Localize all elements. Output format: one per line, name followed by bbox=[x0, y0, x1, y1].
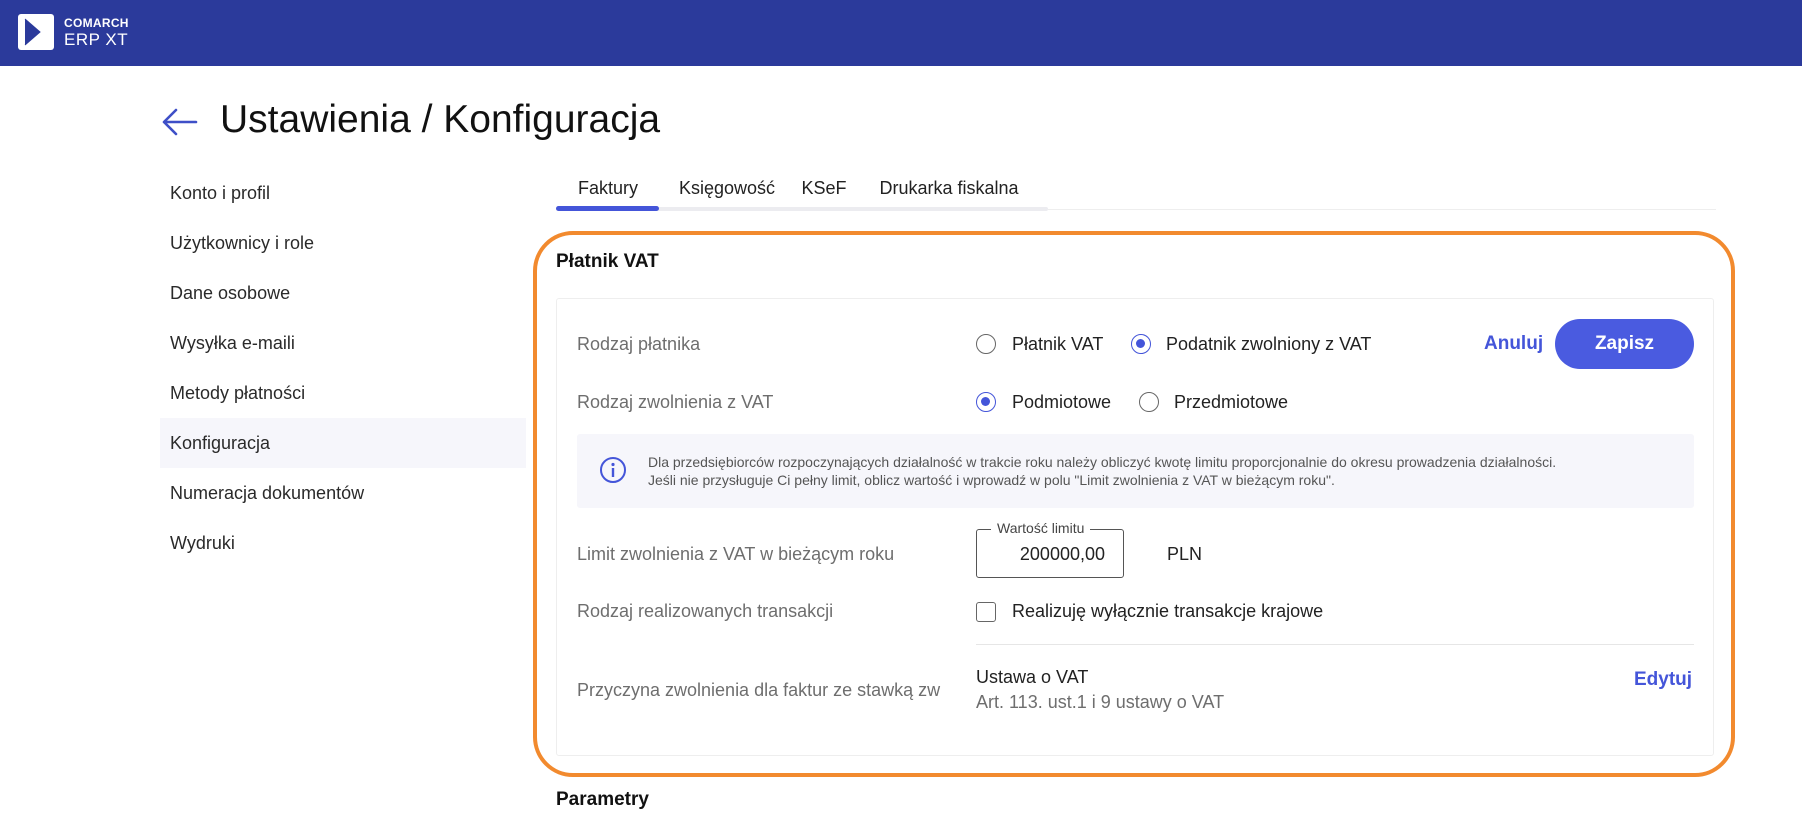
limit-field-value[interactable]: 200000,00 bbox=[1020, 544, 1105, 565]
radio-przedmiotowe[interactable] bbox=[1139, 392, 1159, 412]
sidebar-item-uzytkownicy[interactable]: Użytkownicy i role bbox=[160, 218, 526, 268]
back-button[interactable] bbox=[160, 104, 200, 140]
tabs: Faktury Księgowość KSeF Drukarka fiskaln… bbox=[556, 172, 1044, 210]
radio-platnik-vat[interactable] bbox=[976, 334, 996, 354]
sidebar-item-wysylka-emaili[interactable]: Wysyłka e-maili bbox=[160, 318, 526, 368]
sidebar-item-numeracja[interactable]: Numeracja dokumentów bbox=[160, 468, 526, 518]
limit-field-legend: Wartość limitu bbox=[991, 520, 1091, 536]
radio-podatnik-zwolniony[interactable] bbox=[1131, 334, 1151, 354]
sidebar-item-wydruki[interactable]: Wydruki bbox=[160, 518, 526, 568]
exemption-reason-subtitle: Art. 113. ust.1 i 9 ustawy o VAT bbox=[976, 692, 1225, 712]
info-box: Dla przedsiębiorców rozpoczynających dzi… bbox=[577, 434, 1694, 508]
active-tab-indicator bbox=[556, 206, 659, 211]
radio-podmiotowe[interactable] bbox=[976, 392, 996, 412]
arrow-left-icon bbox=[162, 108, 198, 136]
section-title-vat: Płatnik VAT bbox=[556, 251, 659, 272]
exemption-reason-title: Ustawa o VAT bbox=[976, 667, 1089, 687]
tabs-divider bbox=[1048, 209, 1716, 210]
tab-ksiegowosc[interactable]: Księgowość bbox=[660, 172, 794, 210]
row-divider bbox=[976, 644, 1694, 645]
info-text-line1: Dla przedsiębiorców rozpoczynających dzi… bbox=[648, 454, 1557, 470]
exemption-type-label: Rodzaj zwolnienia z VAT bbox=[577, 392, 774, 412]
domestic-only-label[interactable]: Realizuję wyłącznie transakcje krajowe bbox=[1012, 601, 1323, 622]
section-title-parametry: Parametry bbox=[556, 789, 649, 810]
sidebar-item-konfiguracja[interactable]: Konfiguracja bbox=[160, 418, 526, 468]
brand-name-top: COMARCH bbox=[64, 16, 129, 30]
cancel-button[interactable]: Anuluj bbox=[1484, 333, 1543, 355]
save-button[interactable]: Zapisz bbox=[1555, 319, 1694, 369]
radio-platnik-vat-label[interactable]: Płatnik VAT bbox=[1012, 334, 1103, 355]
radio-przedmiotowe-label[interactable]: Przedmiotowe bbox=[1174, 392, 1288, 413]
limit-label: Limit zwolnienia z VAT w bieżącym roku bbox=[577, 544, 895, 564]
comarch-logo-icon[interactable] bbox=[18, 14, 54, 50]
top-bar: COMARCH ERP XT bbox=[0, 0, 1802, 66]
limit-value-field[interactable]: Wartość limitu 200000,00 bbox=[976, 520, 1124, 578]
brand-name-bottom: ERP XT bbox=[64, 30, 129, 49]
sidebar-item-konto[interactable]: Konto i profil bbox=[160, 168, 526, 218]
edit-button[interactable]: Edytuj bbox=[1634, 669, 1692, 691]
radio-podmiotowe-label[interactable]: Podmiotowe bbox=[1012, 392, 1111, 413]
currency-label: PLN bbox=[1167, 544, 1203, 564]
sidebar-item-dane-osobowe[interactable]: Dane osobowe bbox=[160, 268, 526, 318]
payer-type-label: Rodzaj płatnika bbox=[577, 334, 701, 354]
info-icon bbox=[600, 457, 626, 483]
settings-sidebar: Konto i profil Użytkownicy i role Dane o… bbox=[160, 168, 526, 568]
info-text-line2: Jeśli nie przysługuje Ci pełny limit, ob… bbox=[648, 472, 1335, 488]
transactions-label: Rodzaj realizowanych transakcji bbox=[577, 601, 834, 621]
tab-ksef[interactable]: KSeF bbox=[794, 172, 854, 210]
page-title: Ustawienia / Konfiguracja bbox=[220, 98, 661, 141]
exemption-reason-label: Przyczyna zwolnienia dla faktur ze stawk… bbox=[577, 680, 941, 700]
domestic-only-checkbox[interactable] bbox=[976, 602, 996, 622]
sidebar-item-metody-platnosci[interactable]: Metody płatności bbox=[160, 368, 526, 418]
radio-podatnik-zwolniony-label[interactable]: Podatnik zwolniony z VAT bbox=[1166, 334, 1371, 355]
tab-faktury[interactable]: Faktury bbox=[556, 172, 660, 210]
tab-drukarka-fiskalna[interactable]: Drukarka fiskalna bbox=[854, 172, 1044, 210]
